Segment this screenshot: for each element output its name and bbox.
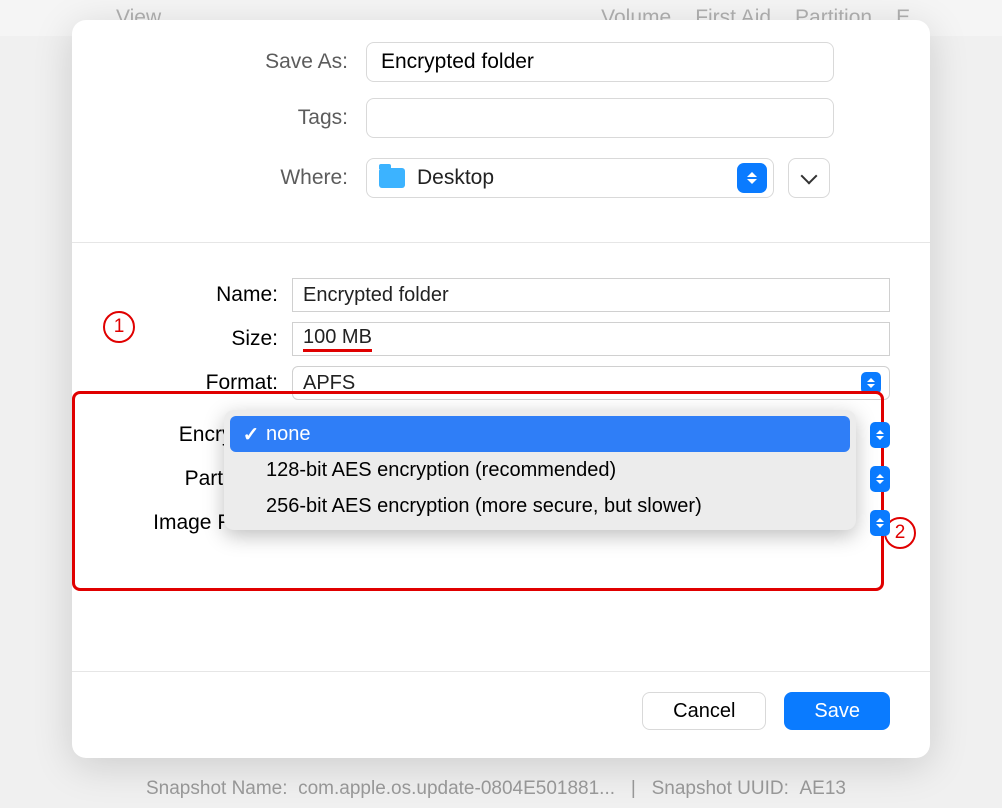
size-label: Size:	[112, 327, 292, 351]
background-snapshot-bar: Snapshot Name: com.apple.os.update-0804E…	[146, 778, 1002, 800]
folder-icon	[379, 168, 405, 188]
where-value: Desktop	[417, 166, 494, 190]
where-select[interactable]: Desktop	[366, 158, 774, 198]
select-stepper-icon	[870, 466, 890, 492]
menu-item-256aes[interactable]: 256-bit AES encryption (more secure, but…	[230, 488, 850, 524]
select-stepper-icon	[870, 510, 890, 536]
chevron-down-icon	[801, 167, 818, 184]
save-button[interactable]: Save	[784, 692, 890, 730]
save-as-input[interactable]: Encrypted folder	[366, 42, 834, 82]
menu-item-none[interactable]: ✓ none	[230, 416, 850, 452]
annotation-1: 1	[103, 311, 135, 343]
format-label: Format:	[112, 371, 292, 395]
encryption-menu[interactable]: ✓ none 128-bit AES encryption (recommend…	[224, 410, 856, 530]
where-label: Where:	[132, 166, 366, 190]
tags-label: Tags:	[132, 106, 366, 130]
cancel-button[interactable]: Cancel	[642, 692, 766, 730]
save-dialog: Save As: Encrypted folder Tags: Where: D…	[72, 20, 930, 758]
name-input[interactable]: Encrypted folder	[292, 278, 890, 312]
name-label: Name:	[112, 283, 292, 307]
select-stepper-icon	[861, 372, 881, 394]
format-select[interactable]: APFS	[292, 366, 890, 400]
tags-input[interactable]	[366, 98, 834, 138]
select-stepper-icon	[870, 422, 890, 448]
save-as-label: Save As:	[132, 50, 366, 74]
checkmark-icon: ✓	[240, 422, 262, 447]
size-input[interactable]: 100 MB	[292, 322, 890, 356]
menu-item-128aes[interactable]: 128-bit AES encryption (recommended)	[230, 452, 850, 488]
select-stepper-icon	[737, 163, 767, 193]
expand-button[interactable]	[788, 158, 830, 198]
